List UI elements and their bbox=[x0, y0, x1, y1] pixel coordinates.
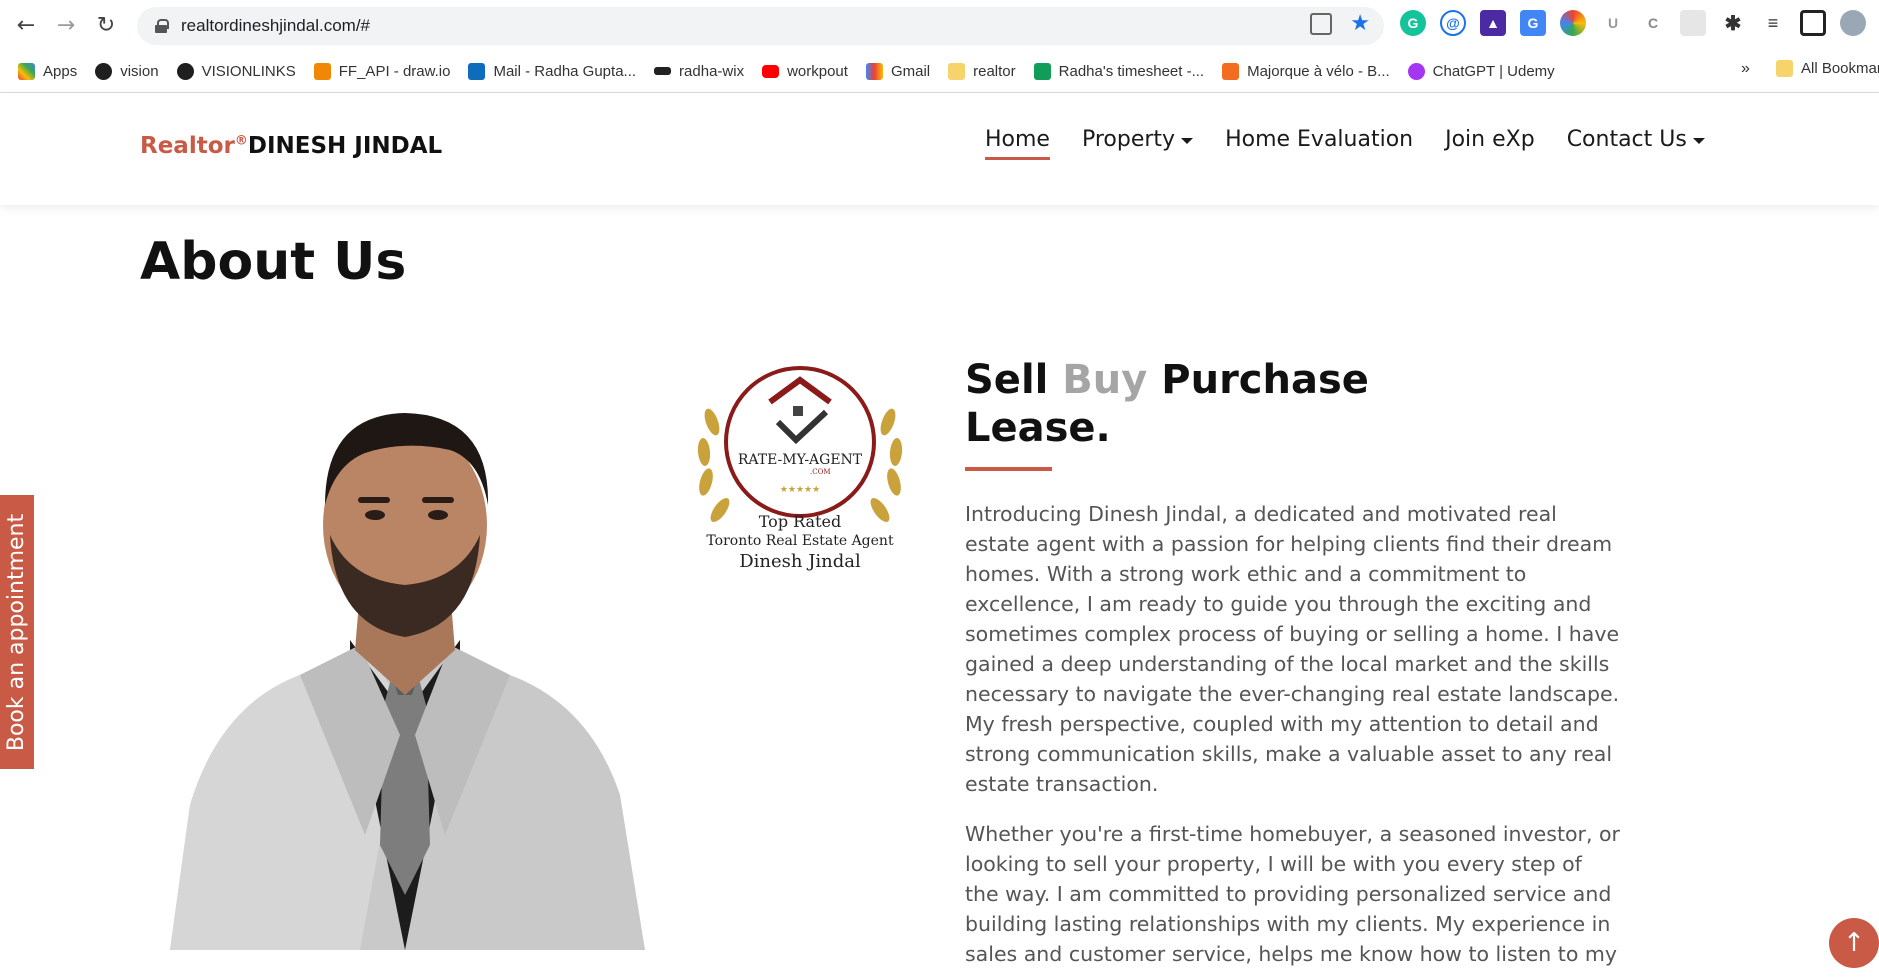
caret-down-icon bbox=[1692, 137, 1705, 144]
arrow-up-icon: ↑ bbox=[1843, 928, 1865, 958]
url-text[interactable]: realtordineshjindal.com/# bbox=[181, 16, 370, 36]
nav-contact-us[interactable]: Contact Us bbox=[1567, 127, 1705, 160]
bookmarks-bar: Apps vision VISIONLINKS FF_API - draw.io… bbox=[0, 54, 1879, 88]
about-body: Introducing Dinesh Jindal, a dedicated a… bbox=[965, 499, 1620, 977]
share-icon[interactable] bbox=[1310, 13, 1333, 35]
browser-toolbar: ← → ↻ realtordineshjindal.com/# ★ G @ ▲ … bbox=[0, 0, 1879, 50]
grammarly-icon[interactable]: G bbox=[1400, 10, 1426, 36]
bookmark-item[interactable]: vision bbox=[95, 62, 159, 80]
bookmark-item[interactable]: Radha's timesheet -... bbox=[1033, 62, 1204, 80]
sheets-icon bbox=[1033, 62, 1051, 80]
u-extension-icon[interactable]: U bbox=[1600, 10, 1626, 36]
bookmark-item[interactable]: Gmail bbox=[865, 62, 930, 80]
outlook-icon bbox=[468, 62, 486, 80]
about-paragraph: Whether you're a first-time homebuyer, a… bbox=[965, 822, 1620, 966]
vision-icon bbox=[95, 62, 113, 80]
agent-portrait-image bbox=[170, 413, 645, 950]
bookmark-item[interactable]: radha-wix bbox=[654, 63, 744, 80]
nav-home-evaluation[interactable]: Home Evaluation bbox=[1225, 127, 1413, 160]
extensions-bar: G @ ▲ G U C ✱ ≡ bbox=[1400, 10, 1866, 36]
avatar[interactable] bbox=[1840, 10, 1866, 36]
award-badge-image bbox=[697, 366, 903, 522]
section-headline: Sell Buy Purchase Lease. bbox=[965, 357, 1369, 451]
graduation-cap-icon[interactable]: ▲ bbox=[1480, 10, 1506, 36]
blogger-icon bbox=[1222, 62, 1240, 80]
site-logo[interactable]: Realtor®DINESH JINDAL bbox=[140, 133, 442, 159]
c-extension-icon[interactable]: C bbox=[1640, 10, 1666, 36]
bookmark-star-icon[interactable]: ★ bbox=[1350, 13, 1370, 35]
badge-logo-text: RATE-MY-AGENT bbox=[737, 452, 863, 468]
color-picker-icon[interactable] bbox=[1560, 10, 1586, 36]
puzzle-icon[interactable]: ✱ bbox=[1720, 10, 1746, 36]
all-bookmarks-button[interactable]: All Bookmarks bbox=[1776, 60, 1879, 77]
address-bar[interactable]: realtordineshjindal.com/# ★ bbox=[137, 7, 1384, 45]
bookmark-item[interactable]: ChatGPT | Udemy bbox=[1407, 62, 1555, 80]
bookmark-item[interactable]: Mail - Radha Gupta... bbox=[468, 62, 636, 80]
back-arrow-icon[interactable]: ← bbox=[6, 5, 46, 45]
scroll-to-top-button[interactable]: ↑ bbox=[1829, 918, 1879, 968]
brand-realtor: Realtor bbox=[140, 133, 235, 159]
forward-arrow-icon[interactable]: → bbox=[46, 5, 86, 45]
sidepanel-icon[interactable] bbox=[1800, 10, 1826, 36]
main-nav: Home Property Home Evaluation Join eXp C… bbox=[985, 127, 1705, 160]
folder-icon bbox=[1776, 60, 1793, 77]
reading-list-icon[interactable]: ≡ bbox=[1760, 10, 1786, 36]
badge-logo-sub: .COM bbox=[810, 468, 831, 476]
page-title: About Us bbox=[140, 232, 407, 292]
reload-icon[interactable]: ↻ bbox=[86, 5, 126, 45]
agent-photo bbox=[160, 375, 650, 950]
registered-mark: ® bbox=[234, 133, 248, 149]
badge-line2: Toronto Real Estate Agent bbox=[706, 533, 894, 549]
blank-extension-icon[interactable] bbox=[1680, 10, 1706, 36]
translate-icon[interactable]: G bbox=[1520, 10, 1546, 36]
rate-my-agent-badge: RATE-MY-AGENT .COM ★★★★★ Top Rated Toron… bbox=[690, 362, 910, 582]
nav-property[interactable]: Property bbox=[1082, 127, 1194, 160]
drawio-icon bbox=[313, 62, 331, 80]
wix-icon bbox=[654, 67, 672, 75]
book-appointment-tab[interactable]: Book an appointment bbox=[0, 495, 34, 769]
udemy-icon bbox=[1407, 62, 1425, 80]
bookmark-item[interactable]: realtor bbox=[948, 62, 1016, 80]
site-header: Realtor®DINESH JINDAL Home Property Home… bbox=[0, 93, 1879, 205]
headline-underline bbox=[965, 467, 1052, 471]
bookmark-item[interactable]: FF_API - draw.io bbox=[313, 62, 450, 80]
youtube-icon bbox=[762, 64, 780, 78]
visionlinks-icon bbox=[176, 62, 194, 80]
bookmark-item[interactable]: VISIONLINKS bbox=[176, 62, 296, 80]
gmail-icon bbox=[865, 62, 883, 80]
extension-icon[interactable]: @ bbox=[1440, 10, 1466, 36]
badge-line3: Dinesh Jindal bbox=[739, 551, 861, 572]
bookmark-item[interactable]: Apps bbox=[18, 62, 77, 80]
badge-stars: ★★★★★ bbox=[779, 485, 821, 495]
nav-join-exp[interactable]: Join eXp bbox=[1445, 127, 1535, 160]
badge-line1: Top Rated bbox=[758, 512, 842, 531]
nav-home[interactable]: Home bbox=[985, 127, 1050, 160]
more-bookmarks-button[interactable]: » bbox=[1741, 60, 1750, 78]
apps-grid-icon bbox=[18, 62, 35, 80]
brand-name: DINESH JINDAL bbox=[247, 133, 443, 159]
bookmark-item[interactable]: Majorque à vélo - B... bbox=[1222, 62, 1390, 80]
bookmark-item[interactable]: workpout bbox=[762, 63, 848, 80]
lock-icon bbox=[155, 19, 169, 33]
folder-icon bbox=[948, 62, 966, 80]
caret-down-icon bbox=[1181, 137, 1194, 144]
about-paragraph: Introducing Dinesh Jindal, a dedicated a… bbox=[965, 502, 1620, 796]
